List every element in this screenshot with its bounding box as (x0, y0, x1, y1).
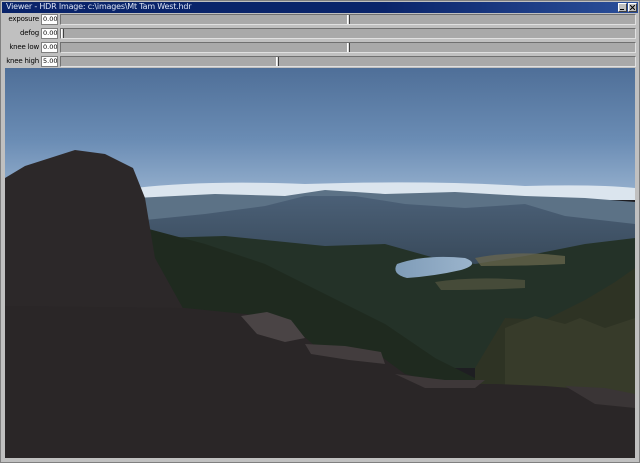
exposure-row: exposure 0.00 (2, 13, 638, 26)
knee-high-slider[interactable] (60, 56, 636, 67)
close-button[interactable] (628, 3, 637, 12)
knee-low-slider-thumb[interactable] (347, 43, 350, 52)
viewer-window: Viewer - HDR Image: c:\images\Mt Tam Wes… (0, 0, 640, 463)
knee-low-value-field[interactable]: 0.00 (41, 42, 58, 53)
close-icon (630, 5, 635, 10)
minimize-button[interactable] (618, 3, 627, 12)
tone-controls-panel: exposure 0.00 defog 0.0000 knee low 0.00… (2, 13, 638, 68)
knee-high-label: knee high (6, 57, 39, 65)
hdr-image-view[interactable] (5, 68, 635, 458)
title-bar[interactable]: Viewer - HDR Image: c:\images\Mt Tam Wes… (2, 2, 638, 13)
defog-label: defog (20, 29, 39, 37)
knee-low-slider[interactable] (60, 42, 636, 53)
knee-high-value-field[interactable]: 5.00 (41, 56, 58, 67)
exposure-slider[interactable] (60, 14, 636, 25)
knee-low-row: knee low 0.00 (2, 41, 638, 54)
exposure-label: exposure (8, 15, 39, 23)
knee-low-label: knee low (9, 43, 39, 51)
exposure-value-field[interactable]: 0.00 (41, 14, 58, 25)
landscape-photo (5, 68, 635, 458)
defog-slider-thumb[interactable] (61, 29, 64, 38)
defog-value-field[interactable]: 0.0000 (41, 28, 58, 39)
exposure-slider-thumb[interactable] (347, 15, 350, 24)
defog-row: defog 0.0000 (2, 27, 638, 40)
window-title: Viewer - HDR Image: c:\images\Mt Tam Wes… (6, 2, 192, 11)
knee-high-slider-thumb[interactable] (276, 57, 279, 66)
minimize-icon (620, 9, 624, 10)
knee-high-row: knee high 5.00 (2, 55, 638, 68)
defog-slider[interactable] (60, 28, 636, 39)
